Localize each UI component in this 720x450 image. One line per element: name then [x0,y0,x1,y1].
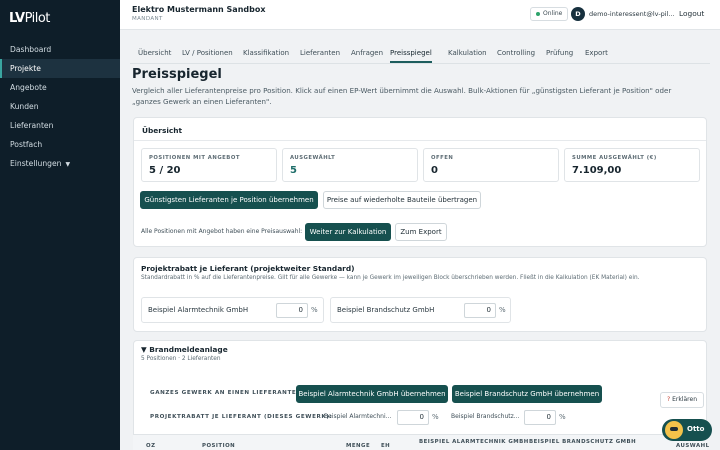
percent-label: % [432,413,439,421]
app-logo[interactable]: LVPilot [0,0,120,36]
stat-value: 7.109,00 [572,165,622,176]
stat-open: OFFEN 0 [423,148,559,182]
logo-lv: LV [9,10,25,26]
tenant-role: MANDANT [132,16,163,22]
transfer-prices-button[interactable]: Preise auf wiederholte Bauteile übertrag… [323,191,481,209]
tenant-info: Elektro Mustermann Sandbox MANDANT [132,5,266,22]
supplier-name: Beispiel Alarmtechni... [324,413,392,420]
price-status-text: Alle Positionen mit Angebot haben eine P… [141,228,303,235]
assign-gewerk-label: GANZES GEWERK AN EINEN LIEFERANTEN: [150,390,305,396]
tab-pruefung[interactable]: Prüfung [546,49,573,57]
supplier-rebate-brandschutz: Beispiel Brandschutz GmbH 0 % [330,297,511,323]
column-alarmtechnik[interactable]: BEISPIEL ALARMTECHNIK GMBH [419,439,529,445]
tab-export[interactable]: Export [585,49,608,57]
user-email[interactable]: demo-interessent@lv-pil... [589,10,675,18]
column-brandschutz[interactable]: BEISPIEL BRANDSCHUTZ GMBH [529,439,636,445]
sidebar-item-dashboard[interactable]: Dashboard [0,40,120,59]
column-eh[interactable]: EH [381,443,390,449]
stat-label: AUSGEWÄHLT [290,155,336,161]
assistant-button[interactable]: Otto [662,419,712,441]
rebate-input[interactable]: 0 [464,303,496,318]
cheapest-supplier-button[interactable]: Günstigsten Lieferanten je Position über… [140,191,318,209]
column-oz[interactable]: OZ [146,443,156,449]
explain-button[interactable]: ? Erklären [660,392,705,408]
gewerk-summary: 5 Positionen · 2 Lieferanten [141,356,221,362]
tab-lieferanten[interactable]: Lieferanten [300,49,340,57]
rebate-title: Projektrabatt je Lieferant (projektweite… [141,264,355,273]
sidebar-item-kunden[interactable]: Kunden [0,97,120,116]
tab-anfragen[interactable]: Anfragen [351,49,383,57]
explain-label: Erklären [672,396,698,403]
sidebar: LVPilot Dashboard Projekte Angebote Kund… [0,0,120,450]
column-menge[interactable]: MENGE [346,443,370,449]
tab-preisspiegel[interactable]: Preisspiegel [390,49,432,63]
assign-alarmtechnik-button[interactable]: Beispiel Alarmtechnik GmbH übernehmen [296,385,448,403]
status-badge: Online [530,7,569,21]
gewerk-rebate-input-alarmtechnik[interactable]: 0 [397,410,429,425]
sidebar-item-einstellungen[interactable]: Einstellungen ▼ [0,154,120,173]
stat-label: OFFEN [431,155,454,161]
sidebar-nav: Dashboard Projekte Angebote Kunden Liefe… [0,40,120,173]
divider [134,140,706,141]
stat-sum: SUMME AUSGEWÄHLT (€) 7.109,00 [564,148,700,182]
tab-klassifikation[interactable]: Klassifikation [243,49,289,57]
status-label: Online [543,10,563,17]
percent-label: % [559,413,566,421]
tab-controlling[interactable]: Controlling [497,49,535,57]
tenant-name: Elektro Mustermann Sandbox [132,5,266,14]
supplier-name: Beispiel Alarmtechnik GmbH [148,306,249,314]
chevron-down-icon: ▼ [65,161,71,168]
percent-label: % [499,306,506,314]
logo-pilot: Pilot [24,10,51,26]
project-tabs: Übersicht LV / Positionen Klassifikation… [130,43,710,64]
sidebar-item-projekte[interactable]: Projekte [0,59,120,78]
gewerk-title: Brandmeldeanlage [149,345,228,354]
logout-link[interactable]: Logout [679,9,704,18]
help-icon: ? [667,396,671,403]
assistant-avatar-icon [665,421,683,439]
column-auswahl[interactable]: AUSWAHL [676,443,710,449]
stat-value: 0 [431,165,438,176]
sidebar-item-postfach[interactable]: Postfach [0,135,120,154]
sidebar-item-label: Einstellungen [10,159,62,168]
export-button[interactable]: Zum Export [395,223,447,241]
overview-title: Übersicht [142,126,183,135]
percent-label: % [311,306,318,314]
stat-value: 5 / 20 [149,165,181,176]
gewerk-rebate-input-brandschutz[interactable]: 0 [524,410,556,425]
tab-lv-positionen[interactable]: LV / Positionen [182,49,233,57]
stat-value: 5 [290,165,297,176]
assistant-label: Otto [687,425,705,433]
assign-brandschutz-button[interactable]: Beispiel Brandschutz GmbH übernehmen [452,385,602,403]
avatar[interactable]: D [571,7,585,21]
next-kalkulation-button[interactable]: Weiter zur Kalkulation [305,223,391,241]
gewerk-rebate-label: PROJEKTRABATT JE LIEFERANT (DIESES GEWER… [150,414,333,420]
tab-kalkulation[interactable]: Kalkulation [448,49,487,57]
supplier-rebate-alarmtechnik: Beispiel Alarmtechnik GmbH 0 % [141,297,324,323]
top-bar: Elektro Mustermann Sandbox MANDANT Onlin… [120,0,720,30]
table-header: OZ POSITION MENGE EH BEISPIEL ALARMTECHN… [133,434,710,450]
page-subtitle: Vergleich aller Lieferantenpreise pro Po… [132,86,672,106]
tab-uebersicht[interactable]: Übersicht [138,49,171,57]
stat-selected: AUSGEWÄHLT 5 [282,148,418,182]
status-dot-icon [536,11,540,16]
supplier-name: Beispiel Brandschutz GmbH [337,306,435,314]
stat-label: POSITIONEN MIT ANGEBOT [149,155,240,161]
rebate-input[interactable]: 0 [276,303,308,318]
sidebar-item-lieferanten[interactable]: Lieferanten [0,116,120,135]
supplier-name: Beispiel Brandschutz... [451,413,520,420]
sidebar-item-angebote[interactable]: Angebote [0,78,120,97]
stat-positions: POSITIONEN MIT ANGEBOT 5 / 20 [141,148,277,182]
gewerk-header[interactable]: ▼ Brandmeldeanlage [141,345,228,354]
rebate-hint: Standardrabatt in % auf die Lieferantenp… [141,275,640,281]
page-title: Preisspiegel [132,67,222,82]
column-position[interactable]: POSITION [202,443,235,449]
collapse-toggle-icon: ▼ [141,345,147,354]
stat-label: SUMME AUSGEWÄHLT (€) [572,155,657,161]
